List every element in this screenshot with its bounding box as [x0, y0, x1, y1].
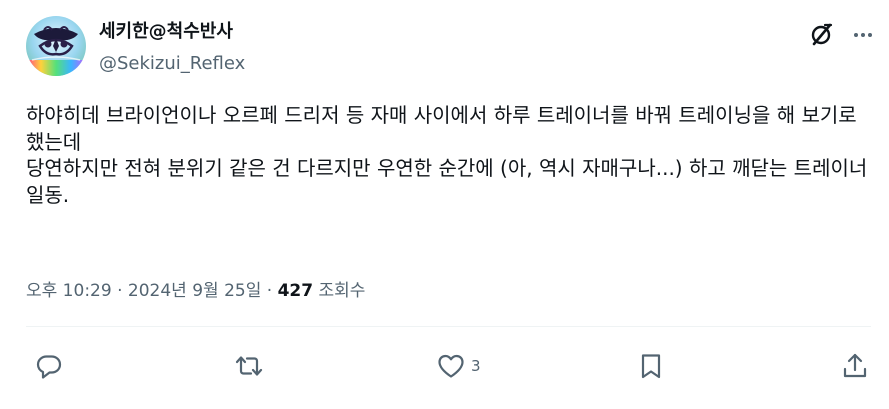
- grok-icon: [811, 23, 833, 46]
- like-button[interactable]: 3: [436, 346, 481, 386]
- share-icon: [843, 353, 867, 378]
- retweet-icon: [235, 356, 263, 376]
- action-bar: 3: [0, 346, 889, 386]
- divider: [26, 326, 871, 327]
- avatar[interactable]: [26, 16, 86, 76]
- share-button[interactable]: [840, 346, 870, 386]
- tweet-text: 하야히데 브라이언이나 오르페 드리저 등 자매 사이에서 하루 트레이너를 바…: [26, 103, 868, 207]
- more-horizontal-icon: [854, 33, 872, 37]
- author-handle[interactable]: @Sekizui_Reflex: [99, 52, 245, 76]
- grok-button[interactable]: [806, 20, 836, 50]
- more-options-button[interactable]: [848, 20, 878, 50]
- reply-icon: [36, 355, 62, 379]
- meta-separator: ·: [117, 281, 123, 301]
- meta-separator: ·: [266, 281, 273, 301]
- tweet-card: 세키한@척수반사 @Sekizui_Reflex 하야히데 브라이언이나 오르페…: [0, 0, 889, 409]
- retweet-button[interactable]: [234, 346, 264, 386]
- author-display-name[interactable]: 세키한@척수반사: [99, 20, 233, 44]
- bookmark-button[interactable]: [636, 346, 666, 386]
- tweet-date[interactable]: 2024년 9월 25일: [128, 281, 261, 301]
- views-count: 427: [277, 281, 314, 301]
- views-label: 조회수: [318, 281, 366, 301]
- like-count: 3: [471, 357, 481, 375]
- tweet-meta: 오후 10:29 · 2024년 9월 25일 · 427 조회수: [26, 278, 365, 304]
- reply-button[interactable]: [34, 346, 64, 386]
- bookmark-icon: [641, 354, 661, 379]
- tweet-time[interactable]: 오후 10:29: [26, 281, 112, 301]
- avatar-image: [26, 16, 86, 76]
- heart-icon: [438, 354, 464, 378]
